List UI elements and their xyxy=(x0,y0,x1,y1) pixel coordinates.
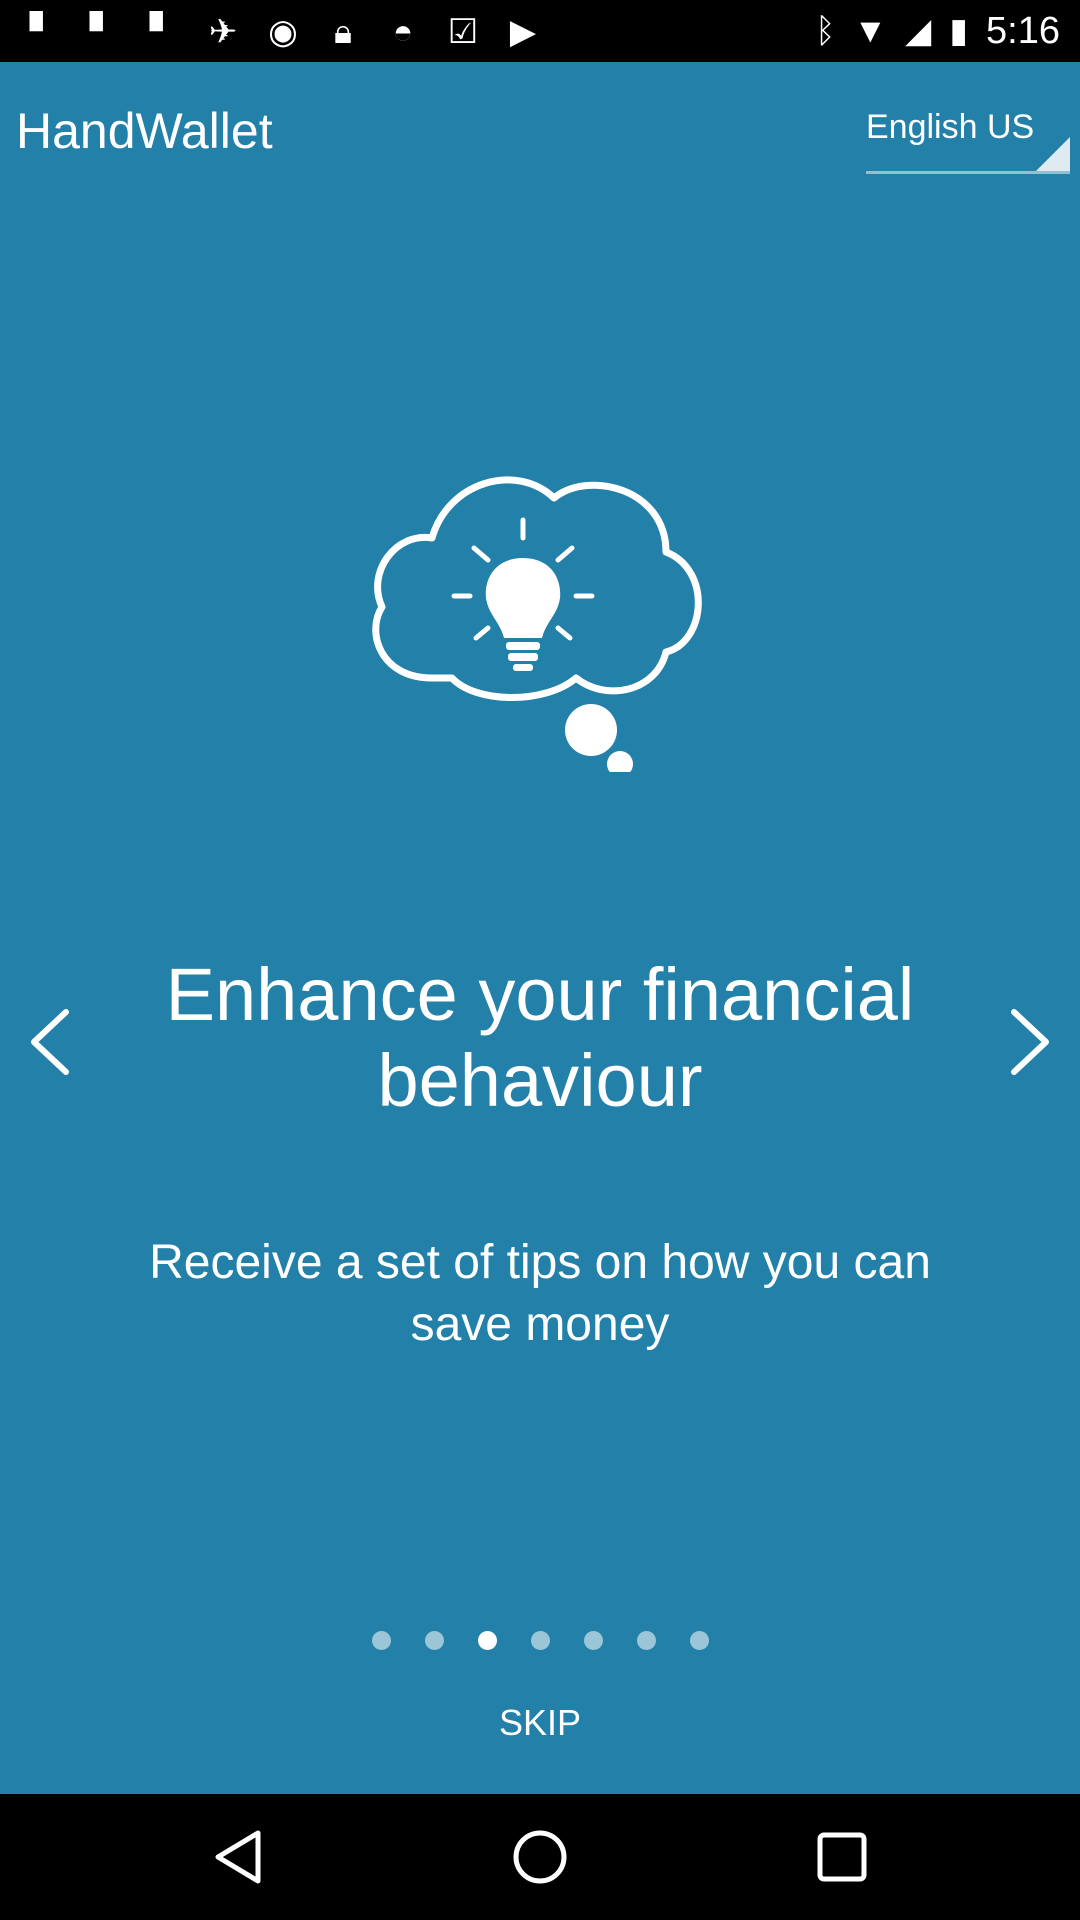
page-indicator-dot[interactable] xyxy=(477,1631,497,1650)
sync-icon: ◉ xyxy=(268,13,298,51)
onboarding-description: Receive a set of tips on how you can sav… xyxy=(149,1236,931,1351)
previous-page-arrow[interactable] xyxy=(10,992,90,1092)
page-indicator xyxy=(0,1631,1080,1650)
dropdown-caret-icon xyxy=(1036,137,1070,171)
thought-bubble-lightbulb-icon xyxy=(372,476,702,772)
page-indicator-dot[interactable] xyxy=(583,1631,603,1650)
skip-button[interactable]: SKIP xyxy=(440,1702,640,1744)
status-icons-right: ᛒ ▼ ◢ ▮ 5:16 xyxy=(815,8,1060,54)
fake-gps-icon: ✈ xyxy=(208,13,238,51)
android-icon: ◓ xyxy=(392,13,414,51)
status-time: 5:16 xyxy=(986,9,1060,52)
onboarding-screen: HandWallet English US Enhance your finan… xyxy=(0,62,1080,1794)
onboarding-headline: Enhance your financial behaviour xyxy=(165,953,915,1122)
recent-apps-icon[interactable] xyxy=(810,1825,874,1889)
play-store-icon: ▶ xyxy=(509,13,537,51)
lock-icon: 🔒︎ xyxy=(333,13,353,51)
page-indicator-dot[interactable] xyxy=(371,1631,391,1650)
notification-icon: ▘ xyxy=(29,13,57,51)
page-indicator-dot[interactable] xyxy=(689,1631,709,1650)
battery-icon: ▮ xyxy=(949,12,969,50)
home-icon[interactable] xyxy=(508,1825,572,1889)
wifi-icon: ▼ xyxy=(853,11,888,50)
signal-icon: ◢ xyxy=(905,12,932,50)
check-icon: ☑ xyxy=(447,13,479,51)
language-select-value: English US xyxy=(866,108,1035,146)
bluetooth-icon: ᛒ xyxy=(815,11,836,50)
app-title: HandWallet xyxy=(16,103,273,159)
status-icons-left: ▘ ▘ ▘ ✈ ◉ 🔒︎ ◓ ☑ ▶ xyxy=(24,12,542,52)
notification-icon: ▘ xyxy=(89,13,117,51)
notification-icon: ▘ xyxy=(149,13,177,51)
page-indicator-dot[interactable] xyxy=(424,1631,444,1650)
page-indicator-dot[interactable] xyxy=(530,1631,550,1650)
page-indicator-dot[interactable] xyxy=(636,1631,656,1650)
status-bar: ▘ ▘ ▘ ✈ ◉ 🔒︎ ◓ ☑ ▶ ᛒ ▼ ◢ ▮ 5:16 xyxy=(0,0,1080,62)
back-icon[interactable] xyxy=(206,1825,270,1889)
language-select[interactable]: English US xyxy=(866,102,1070,174)
system-navigation-bar xyxy=(0,1794,1080,1920)
next-page-arrow[interactable] xyxy=(990,992,1070,1092)
